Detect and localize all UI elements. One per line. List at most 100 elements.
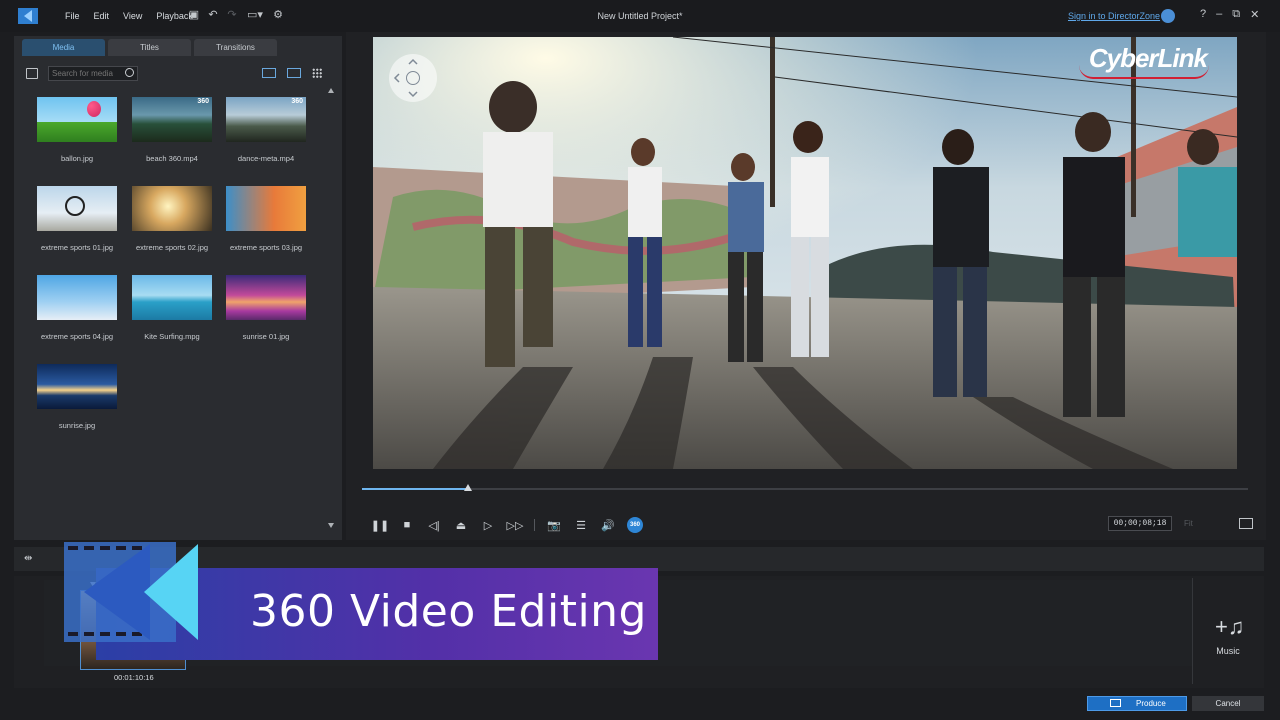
library-scrollbar[interactable] bbox=[328, 88, 334, 528]
media-label: sunrise.jpg bbox=[58, 421, 96, 430]
media-thumbnail: 360 bbox=[226, 97, 306, 142]
add-music-icon: +♫ bbox=[1215, 614, 1245, 639]
cyberlink-swoosh-icon bbox=[1079, 65, 1209, 79]
seek-bar[interactable] bbox=[362, 484, 1248, 491]
settings-gear-icon[interactable]: ⚙ bbox=[272, 9, 284, 21]
media-item-sunrise-01[interactable]: sunrise 01.jpg bbox=[225, 275, 307, 341]
media-item-beach-360[interactable]: 360 beach 360.mp4 bbox=[131, 97, 213, 163]
media-label: ballon.jpg bbox=[60, 154, 94, 163]
media-label: Kite Surfing.mpg bbox=[144, 332, 200, 341]
help-button[interactable]: ? bbox=[1200, 8, 1206, 21]
zoom-fit-select[interactable]: Fit bbox=[1180, 516, 1230, 531]
media-item-extreme-01[interactable]: extreme sports 01.jpg bbox=[36, 186, 118, 252]
produce-label: Produce bbox=[1136, 699, 1166, 708]
volume-icon[interactable]: 🔊 bbox=[600, 518, 616, 532]
media-label: beach 360.mp4 bbox=[146, 154, 198, 163]
user-avatar-icon[interactable] bbox=[1161, 9, 1175, 23]
media-label: extreme sports 03.jpg bbox=[229, 243, 303, 252]
quick-toolbar: ▣ ↶ ↷ ▭▾ ⚙ bbox=[188, 9, 284, 21]
grid-view-icon[interactable] bbox=[312, 68, 322, 78]
filmstrip-view-icon[interactable] bbox=[262, 68, 276, 78]
tab-media[interactable]: Media bbox=[22, 39, 105, 56]
music-slot[interactable]: +♫ Music bbox=[1192, 578, 1262, 684]
media-thumbnail: 360 bbox=[132, 97, 212, 142]
produce-icon bbox=[1110, 699, 1121, 707]
360-view-button[interactable]: 360 bbox=[627, 517, 643, 533]
snapshot-camera-icon[interactable]: 📷 bbox=[546, 518, 562, 532]
media-label: sunrise 01.jpg bbox=[242, 332, 290, 341]
menu-view[interactable]: View bbox=[116, 11, 149, 21]
tab-titles[interactable]: Titles bbox=[108, 39, 191, 56]
media-thumbnail bbox=[226, 275, 306, 320]
cancel-button[interactable]: Cancel bbox=[1192, 696, 1264, 711]
app-logo-icon[interactable] bbox=[18, 8, 38, 24]
timeline-split-icon[interactable]: ⇹ bbox=[24, 553, 32, 564]
media-thumbnail bbox=[226, 186, 306, 231]
image-view-icon[interactable] bbox=[287, 68, 301, 78]
video-preview[interactable]: CyberLink bbox=[373, 37, 1237, 469]
redo-icon[interactable]: ↷ bbox=[226, 9, 238, 21]
menu-file[interactable]: File bbox=[58, 11, 87, 21]
media-label: extreme sports 02.jpg bbox=[135, 243, 209, 252]
tab-transitions[interactable]: Transitions bbox=[194, 39, 277, 56]
media-item-ballon[interactable]: ballon.jpg bbox=[36, 97, 118, 163]
media-thumbnail bbox=[37, 97, 117, 142]
undock-preview-icon[interactable] bbox=[1239, 518, 1253, 529]
library-toolbar bbox=[24, 66, 324, 82]
scroll-up-icon[interactable] bbox=[328, 88, 334, 93]
app-window: File Edit View Playback ▣ ↶ ↷ ▭▾ ⚙ New U… bbox=[0, 0, 1280, 720]
media-label: extreme sports 04.jpg bbox=[40, 332, 114, 341]
window-controls: ? – ⧉ ✕ bbox=[1200, 8, 1259, 21]
media-thumbnail bbox=[37, 186, 117, 231]
produce-button[interactable]: Produce bbox=[1087, 696, 1187, 711]
previous-frame-icon[interactable]: ◁| bbox=[426, 518, 442, 532]
media-thumbnail bbox=[37, 275, 117, 320]
preview-panel: CyberLink ❚❚ ■ ◁| ⏏ ▷ ▷▷ 📷 ☰ 🔊 360 00;00… bbox=[346, 32, 1266, 540]
media-item-sunrise[interactable]: sunrise.jpg bbox=[36, 364, 118, 430]
search-icon[interactable] bbox=[125, 68, 134, 77]
badge-360: 360 bbox=[197, 98, 209, 105]
bottom-action-bar: Produce Cancel bbox=[0, 692, 1280, 720]
scroll-down-icon[interactable] bbox=[328, 523, 334, 528]
media-item-extreme-03[interactable]: extreme sports 03.jpg bbox=[225, 186, 307, 252]
divider bbox=[534, 519, 535, 531]
next-frame-icon[interactable]: ▷ bbox=[480, 518, 496, 532]
timecode-display[interactable]: 00;00;08;18 bbox=[1108, 516, 1172, 531]
fast-forward-icon[interactable]: ▷▷ bbox=[507, 518, 524, 532]
import-media-icon[interactable] bbox=[26, 68, 38, 79]
split-icon[interactable]: ⏏ bbox=[453, 518, 469, 532]
timeline-scrollbar[interactable] bbox=[44, 680, 1190, 682]
media-item-kite-surfing[interactable]: Kite Surfing.mpg bbox=[131, 275, 213, 341]
media-label: dance-meta.mp4 bbox=[237, 154, 295, 163]
media-label: extreme sports 01.jpg bbox=[40, 243, 114, 252]
media-library-panel: Media Titles Transitions ballon.jpg bbox=[14, 36, 342, 540]
minimize-button[interactable]: – bbox=[1216, 8, 1222, 21]
media-item-extreme-04[interactable]: extreme sports 04.jpg bbox=[36, 275, 118, 341]
library-tabs: Media Titles Transitions bbox=[22, 39, 277, 56]
media-item-dance-meta[interactable]: 360 dance-meta.mp4 bbox=[225, 97, 307, 163]
save-icon[interactable]: ▣ bbox=[188, 9, 200, 21]
stop-icon[interactable]: ■ bbox=[399, 518, 415, 532]
media-item-extreme-02[interactable]: extreme sports 02.jpg bbox=[131, 186, 213, 252]
banner-title: 360 Video Editing bbox=[250, 586, 647, 637]
powerdirector-logo-icon bbox=[64, 542, 198, 642]
aspect-ratio-icon[interactable]: ▭▾ bbox=[245, 9, 265, 21]
badge-360: 360 bbox=[291, 98, 303, 105]
close-button[interactable]: ✕ bbox=[1250, 8, 1259, 21]
undo-icon[interactable]: ↶ bbox=[207, 9, 219, 21]
maximize-button[interactable]: ⧉ bbox=[1232, 8, 1240, 21]
360-navigation-control[interactable] bbox=[389, 54, 437, 102]
pause-icon[interactable]: ❚❚ bbox=[371, 518, 389, 532]
menu-edit[interactable]: Edit bbox=[87, 11, 117, 21]
signin-link[interactable]: Sign in to DirectorZone bbox=[1068, 11, 1160, 21]
navigation-arrows-icon bbox=[393, 58, 418, 98]
view-mode-icons bbox=[262, 68, 322, 78]
media-thumbnail bbox=[132, 186, 212, 231]
title-bar: File Edit View Playback ▣ ↶ ↷ ▭▾ ⚙ New U… bbox=[0, 0, 1280, 32]
seek-thumb[interactable] bbox=[464, 484, 473, 491]
seek-progress bbox=[362, 488, 469, 490]
media-thumbnail bbox=[37, 364, 117, 409]
subtitle-icon[interactable]: ☰ bbox=[573, 518, 589, 532]
music-label: Music bbox=[1216, 646, 1240, 656]
video-frame-image bbox=[373, 37, 1237, 469]
